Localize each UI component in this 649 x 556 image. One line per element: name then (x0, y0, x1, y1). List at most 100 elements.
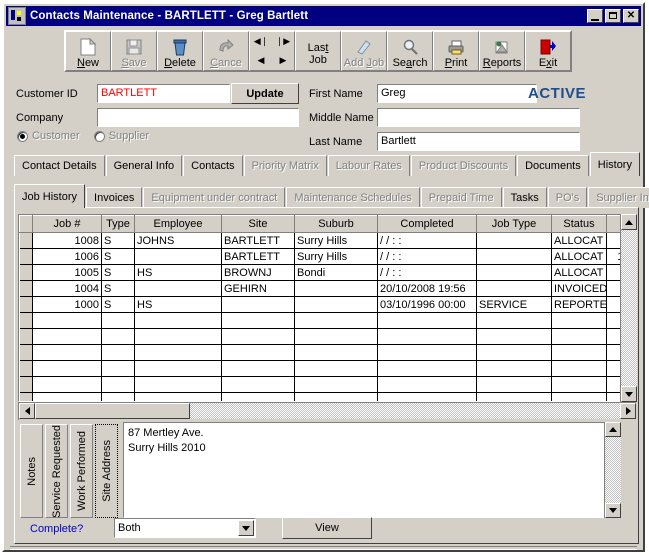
table-row[interactable] (20, 361, 637, 377)
cell-employee[interactable] (135, 329, 222, 345)
last-record-button[interactable]: ❘▶ (272, 32, 294, 51)
grid-vscroll-track[interactable] (621, 230, 637, 386)
column-header-site[interactable]: Site (222, 216, 295, 233)
row-selector[interactable] (20, 329, 33, 345)
cancel-button[interactable]: Cance (203, 31, 249, 71)
detail-scroll-down-button[interactable] (605, 503, 621, 518)
row-selector[interactable] (20, 233, 33, 249)
cell-completed[interactable] (378, 393, 477, 403)
column-header-type[interactable]: Type (102, 216, 135, 233)
print-button[interactable]: Print (433, 31, 479, 71)
cell-status[interactable] (552, 361, 607, 377)
site-address-textbox[interactable]: 87 Mertley Ave. Surry Hills 2010 (123, 422, 620, 518)
row-selector[interactable] (20, 297, 33, 313)
cell-employee[interactable]: JOHNS (135, 233, 222, 249)
cell-type[interactable]: S (102, 249, 135, 265)
table-row[interactable] (20, 313, 637, 329)
table-row[interactable] (20, 329, 637, 345)
cell-job[interactable]: 1008 (33, 233, 102, 249)
cell-type[interactable] (102, 345, 135, 361)
prev-record-button[interactable]: ◀ (250, 51, 272, 70)
grid-horizontal-scrollbar[interactable] (18, 402, 636, 420)
cell-status[interactable] (552, 329, 607, 345)
first-record-button[interactable]: ◀❘ (250, 32, 272, 51)
customer-id-field[interactable]: BARTLETT (97, 84, 230, 103)
cell-suburb[interactable] (295, 377, 378, 393)
grid-scroll-up-button[interactable] (621, 214, 637, 230)
cell-suburb[interactable] (295, 313, 378, 329)
cell-suburb[interactable] (295, 361, 378, 377)
cell-completed[interactable] (378, 361, 477, 377)
cell-employee[interactable] (135, 361, 222, 377)
cell-site[interactable] (222, 377, 295, 393)
update-button[interactable]: Update (231, 83, 299, 104)
tab-history[interactable]: History (590, 152, 640, 176)
grid-vertical-scrollbar[interactable] (620, 214, 636, 402)
cell-completed[interactable] (378, 345, 477, 361)
vtab-notes[interactable]: Notes (20, 424, 43, 518)
cell-site[interactable]: BROWNJ (222, 265, 295, 281)
cell-type[interactable]: S (102, 297, 135, 313)
cell-job[interactable] (33, 313, 102, 329)
column-header-employee[interactable]: Employee (135, 216, 222, 233)
cell-employee[interactable] (135, 281, 222, 297)
cell-type[interactable] (102, 393, 135, 403)
middle-name-field[interactable] (377, 108, 580, 127)
cell-suburb[interactable] (295, 345, 378, 361)
view-button[interactable]: View (282, 517, 372, 539)
cell-status[interactable]: REPORTED (552, 297, 607, 313)
cell-status[interactable] (552, 377, 607, 393)
cell-type[interactable]: S (102, 233, 135, 249)
cell-suburb[interactable] (295, 281, 378, 297)
cell-site[interactable] (222, 313, 295, 329)
supplier-radio[interactable] (94, 131, 105, 142)
close-button[interactable]: ✕ (623, 9, 639, 23)
cell-job-type[interactable] (477, 345, 552, 361)
table-row[interactable]: 1006SBARTLETTSurry Hills/ / : :ALLOCAT15… (20, 249, 637, 265)
cell-site[interactable] (222, 361, 295, 377)
row-selector[interactable] (20, 393, 33, 403)
cell-site[interactable] (222, 393, 295, 403)
cell-completed[interactable] (378, 329, 477, 345)
minimize-button[interactable] (587, 9, 603, 23)
detail-vertical-scrollbar[interactable] (604, 422, 620, 518)
cell-site[interactable] (222, 329, 295, 345)
cell-job[interactable] (33, 329, 102, 345)
tab-contact-details[interactable]: Contact Details (14, 155, 105, 176)
cell-site[interactable]: BARTLETT (222, 233, 295, 249)
cell-job[interactable]: 1000 (33, 297, 102, 313)
row-selector[interactable] (20, 361, 33, 377)
cell-type[interactable] (102, 377, 135, 393)
cell-employee[interactable] (135, 313, 222, 329)
cell-type[interactable]: S (102, 265, 135, 281)
cell-job-type[interactable] (477, 377, 552, 393)
cell-type[interactable] (102, 329, 135, 345)
grid-scroll-right-button[interactable] (620, 403, 636, 419)
cell-job-type[interactable] (477, 329, 552, 345)
cell-completed[interactable]: / / : : (378, 249, 477, 265)
table-row[interactable]: 1000SHS03/10/1996 00:00SERVICEREPORTED58… (20, 297, 637, 313)
cell-status[interactable] (552, 393, 607, 403)
cell-site[interactable] (222, 345, 295, 361)
detail-vscroll-track[interactable] (605, 437, 621, 503)
cell-job[interactable] (33, 377, 102, 393)
cell-suburb[interactable]: Surry Hills (295, 249, 378, 265)
company-field[interactable] (97, 108, 299, 127)
reports-button[interactable]: Reports (479, 31, 525, 71)
row-selector[interactable] (20, 281, 33, 297)
last-job-button[interactable]: Last Job (295, 31, 341, 71)
vtab-work-performed[interactable]: Work Performed (70, 424, 93, 518)
row-selector[interactable] (20, 313, 33, 329)
row-selector[interactable] (20, 377, 33, 393)
cell-suburb[interactable] (295, 329, 378, 345)
cell-status[interactable]: INVOICED (552, 281, 607, 297)
row-selector[interactable] (20, 345, 33, 361)
cell-completed[interactable] (378, 377, 477, 393)
cell-job-type[interactable] (477, 233, 552, 249)
save-button[interactable]: Save (111, 31, 157, 71)
vtab-site-address[interactable]: Site Address (95, 424, 118, 518)
grid-hscroll-thumb[interactable] (35, 403, 190, 419)
column-header-status[interactable]: Status (552, 216, 607, 233)
tab-contacts[interactable]: Contacts (183, 155, 242, 176)
cell-status[interactable]: ALLOCAT (552, 233, 607, 249)
